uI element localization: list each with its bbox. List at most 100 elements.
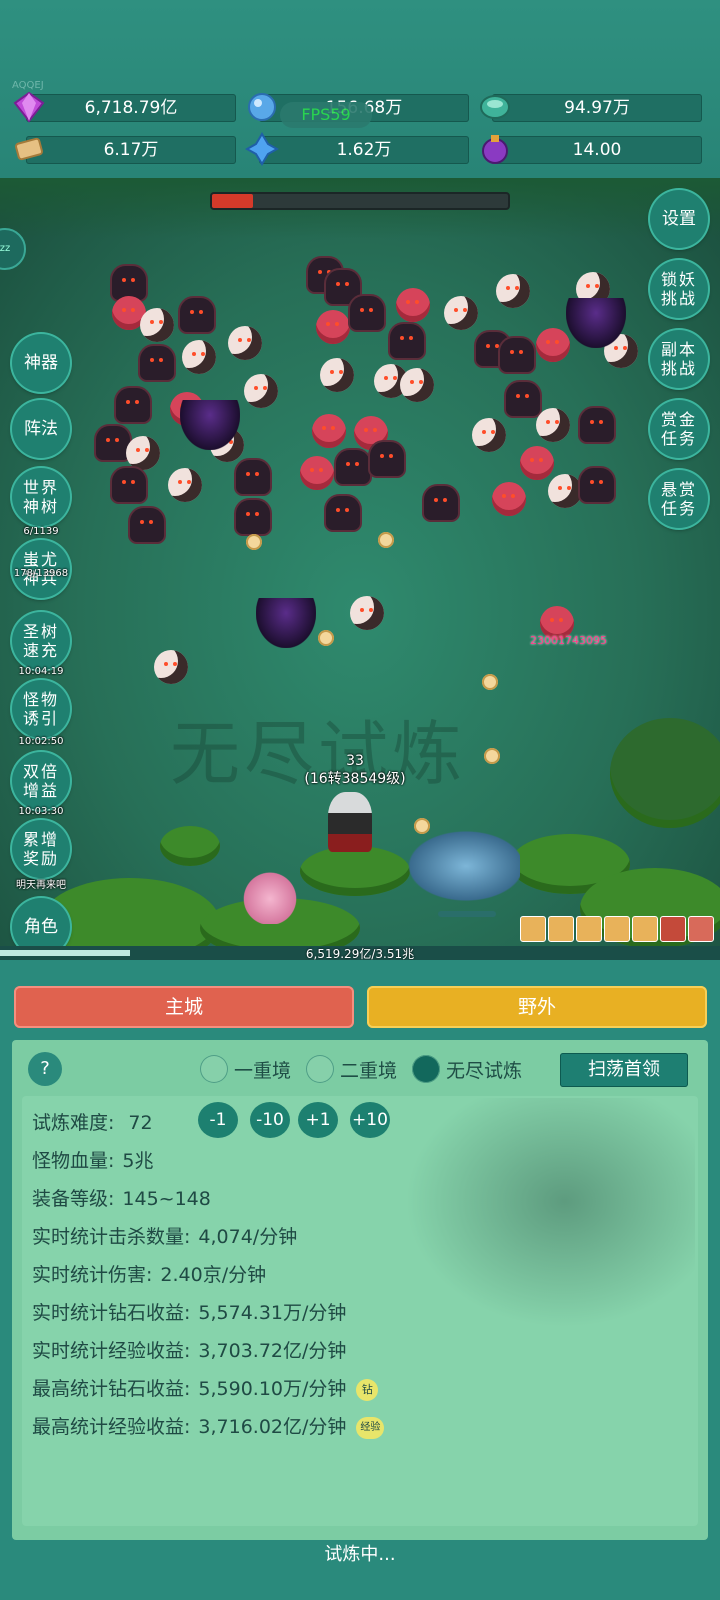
player-character xyxy=(328,792,372,852)
monster xyxy=(336,450,370,484)
monster xyxy=(326,496,360,530)
monster xyxy=(506,382,540,416)
cumulative-reward-button[interactable]: 累增奖励 xyxy=(12,820,70,878)
double-gain-timer: 10:03:30 xyxy=(18,806,64,817)
monster xyxy=(228,326,262,360)
dungeon-challenge-button[interactable]: 副本挑战 xyxy=(650,330,708,388)
monster xyxy=(112,266,146,300)
player-rebirth: (16转38549级) xyxy=(304,771,406,787)
bush xyxy=(160,826,220,866)
holy-tree-boost-button[interactable]: 圣树速充 xyxy=(12,612,70,670)
skill-icon[interactable] xyxy=(520,916,546,942)
monster xyxy=(140,308,174,342)
monster xyxy=(492,482,526,516)
gold-coin xyxy=(484,748,500,764)
monster xyxy=(180,298,214,332)
skill-icon[interactable] xyxy=(576,916,602,942)
artifact-button[interactable]: 神器 xyxy=(12,334,70,392)
resource-shard: 1.62万 xyxy=(244,132,469,166)
bounty-task-button[interactable]: 赏金任务 xyxy=(650,400,708,458)
monster xyxy=(244,374,278,408)
monster xyxy=(496,274,530,308)
monster xyxy=(154,650,188,684)
gold-coin xyxy=(378,532,394,548)
monster xyxy=(182,340,216,374)
resource-orb: 94.97万 xyxy=(480,94,702,122)
monster xyxy=(140,346,174,380)
mode-radio-endless-trial[interactable]: 无尽试炼 xyxy=(412,1052,522,1086)
bunny-companion xyxy=(240,868,300,924)
skill-icon[interactable] xyxy=(660,916,686,942)
settings-button[interactable]: 设置 xyxy=(650,190,708,248)
sweep-boss-button[interactable]: 扫荡首领 xyxy=(560,1053,688,1087)
battle-field[interactable]: zz 无尽试炼 23001743095 33 (16转38549级) xyxy=(0,178,720,966)
fps-counter: FPS59 xyxy=(280,102,372,128)
stat-row: 实时统计经验收益: 3,703.72亿/分钟 xyxy=(32,1340,347,1362)
wild-tab[interactable]: 野外 xyxy=(367,986,707,1028)
formation-button[interactable]: 阵法 xyxy=(12,400,70,458)
radio-circle xyxy=(200,1055,228,1083)
double-gain-button[interactable]: 双倍增益 xyxy=(12,752,70,810)
monster-lure-button[interactable]: 怪物诱引 xyxy=(12,680,70,738)
difficulty-minus-1-button[interactable]: -1 xyxy=(198,1102,238,1138)
demon-lock-challenge-button[interactable]: 锁妖挑战 xyxy=(650,260,708,318)
world-tree-progress: 6/1139 xyxy=(23,526,59,537)
stat-row: 怪物血量: 5兆 xyxy=(32,1150,154,1172)
boss-hp-fill xyxy=(212,194,254,208)
difficulty-plus-1-button[interactable]: +1 xyxy=(298,1102,338,1138)
monster xyxy=(130,508,164,542)
dragon-pet xyxy=(400,826,520,906)
monster xyxy=(580,408,614,442)
monster xyxy=(300,456,334,490)
pet-hp-bar xyxy=(438,911,496,917)
player-level-label: 33 (16转38549级) xyxy=(300,752,410,788)
reward-task-button[interactable]: 悬赏任务 xyxy=(650,470,708,528)
holy-tree-boost-timer: 10:04:19 xyxy=(18,666,64,677)
stat-row: 实时统计击杀数量: 4,074/分钟 xyxy=(32,1226,298,1248)
gold-coin xyxy=(246,534,262,550)
monster xyxy=(112,468,146,502)
difficulty-plus-10-button[interactable]: +10 xyxy=(350,1102,390,1138)
monster-lure-timer: 10:02:50 xyxy=(18,736,64,747)
skill-icon[interactable] xyxy=(632,916,658,942)
monster xyxy=(350,596,384,630)
resource-diamond: 6,718.79亿 xyxy=(13,91,236,123)
mode-radio-realm2[interactable]: 二重境 xyxy=(306,1052,397,1086)
main-city-tab[interactable]: 主城 xyxy=(14,986,354,1028)
monster xyxy=(350,296,384,330)
monster xyxy=(126,436,160,470)
chiyou-weapon-progress: 178/13968 xyxy=(13,568,69,579)
stat-row: 最高统计经验收益: 3,716.02亿/分钟 经验 xyxy=(32,1412,385,1439)
monster xyxy=(400,368,434,402)
stat-row: 实时统计伤害: 2.40京/分钟 xyxy=(32,1264,267,1286)
mode-radio-realm1[interactable]: 一重境 xyxy=(200,1052,291,1086)
monster xyxy=(500,338,534,372)
difficulty-value: 72 xyxy=(128,1112,153,1134)
monster xyxy=(96,426,130,460)
boss-hp-bar xyxy=(210,192,510,210)
help-button[interactable]: ? xyxy=(28,1052,62,1086)
monster xyxy=(236,500,270,534)
world-tree-button[interactable]: 世界神树 xyxy=(12,468,70,526)
damage-popup: 23001743095 xyxy=(530,634,607,647)
monster xyxy=(536,328,570,362)
skill-icon[interactable] xyxy=(688,916,714,942)
difficulty-row: 试炼难度: 72 xyxy=(32,1112,153,1134)
stat-row: 实时统计钻石收益: 5,574.31万/分钟 xyxy=(32,1302,347,1324)
monster xyxy=(520,446,554,480)
skill-icon[interactable] xyxy=(548,916,574,942)
player-level: 33 xyxy=(346,753,364,769)
radio-circle xyxy=(306,1055,334,1083)
monster xyxy=(168,468,202,502)
monster xyxy=(472,418,506,452)
monster xyxy=(444,296,478,330)
skill-icon[interactable] xyxy=(604,916,630,942)
monster xyxy=(370,442,404,476)
tornado-effect xyxy=(256,598,316,648)
stat-row: 装备等级: 145~148 xyxy=(32,1188,211,1210)
difficulty-minus-10-button[interactable]: -10 xyxy=(250,1102,290,1138)
monster xyxy=(116,388,150,422)
stat-row: 最高统计钻石收益: 5,590.10万/分钟钻 xyxy=(32,1374,379,1401)
tiger-illustration xyxy=(405,1098,695,1328)
monster xyxy=(320,358,354,392)
